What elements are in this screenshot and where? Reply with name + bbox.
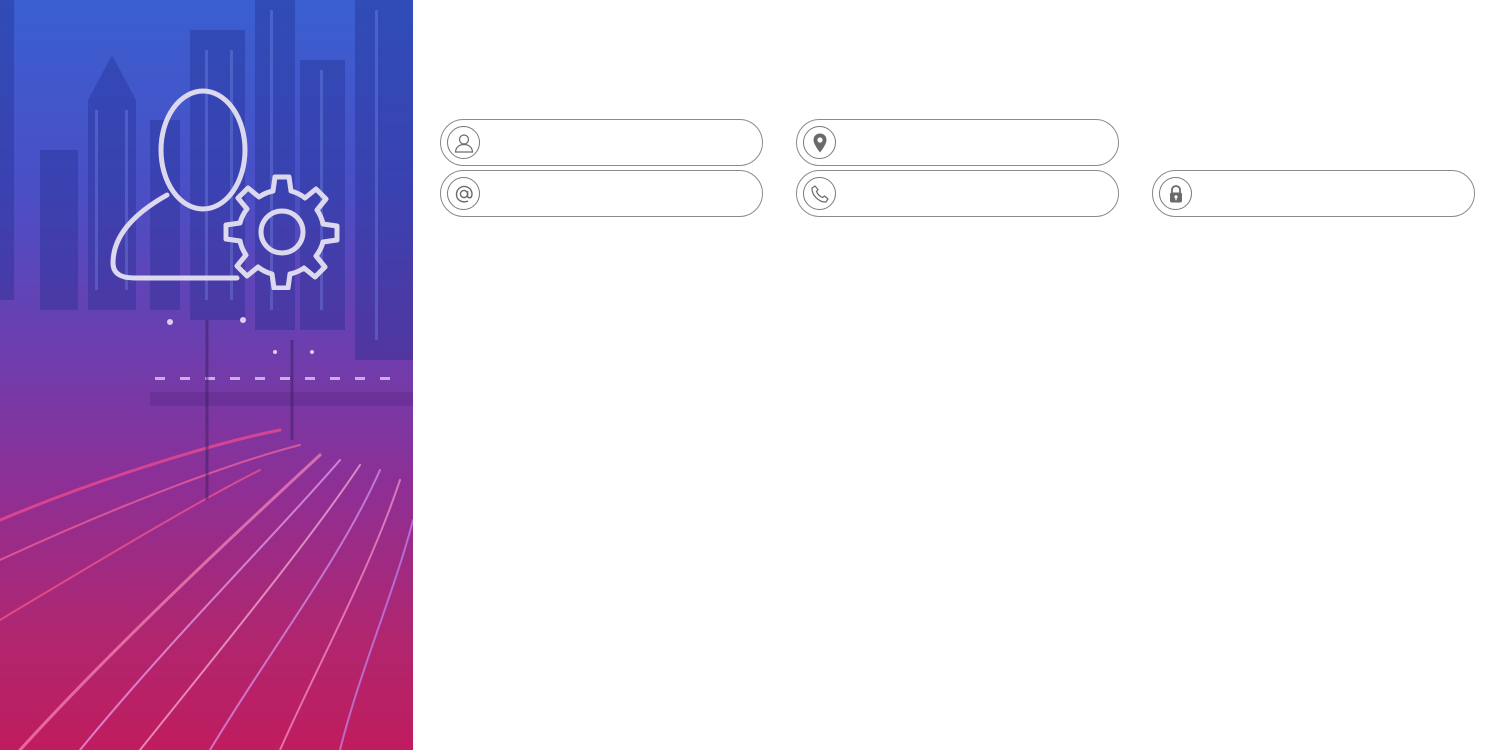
phone-icon (803, 177, 836, 210)
hero-panel (0, 0, 413, 750)
user-icon (447, 126, 480, 159)
password-input[interactable] (1201, 179, 1465, 210)
location-input[interactable] (845, 128, 1109, 159)
at-sign-icon (447, 177, 480, 210)
name-field[interactable] (440, 119, 763, 166)
lock-icon (1159, 177, 1192, 210)
email-field[interactable] (440, 170, 763, 217)
phone-input[interactable] (845, 179, 1109, 210)
location-pin-icon (803, 126, 836, 159)
location-field[interactable] (796, 119, 1119, 166)
name-input[interactable] (489, 128, 753, 159)
password-field[interactable] (1152, 170, 1475, 217)
user-settings-icon (110, 88, 340, 290)
phone-field[interactable] (796, 170, 1119, 217)
email-input[interactable] (489, 179, 753, 210)
